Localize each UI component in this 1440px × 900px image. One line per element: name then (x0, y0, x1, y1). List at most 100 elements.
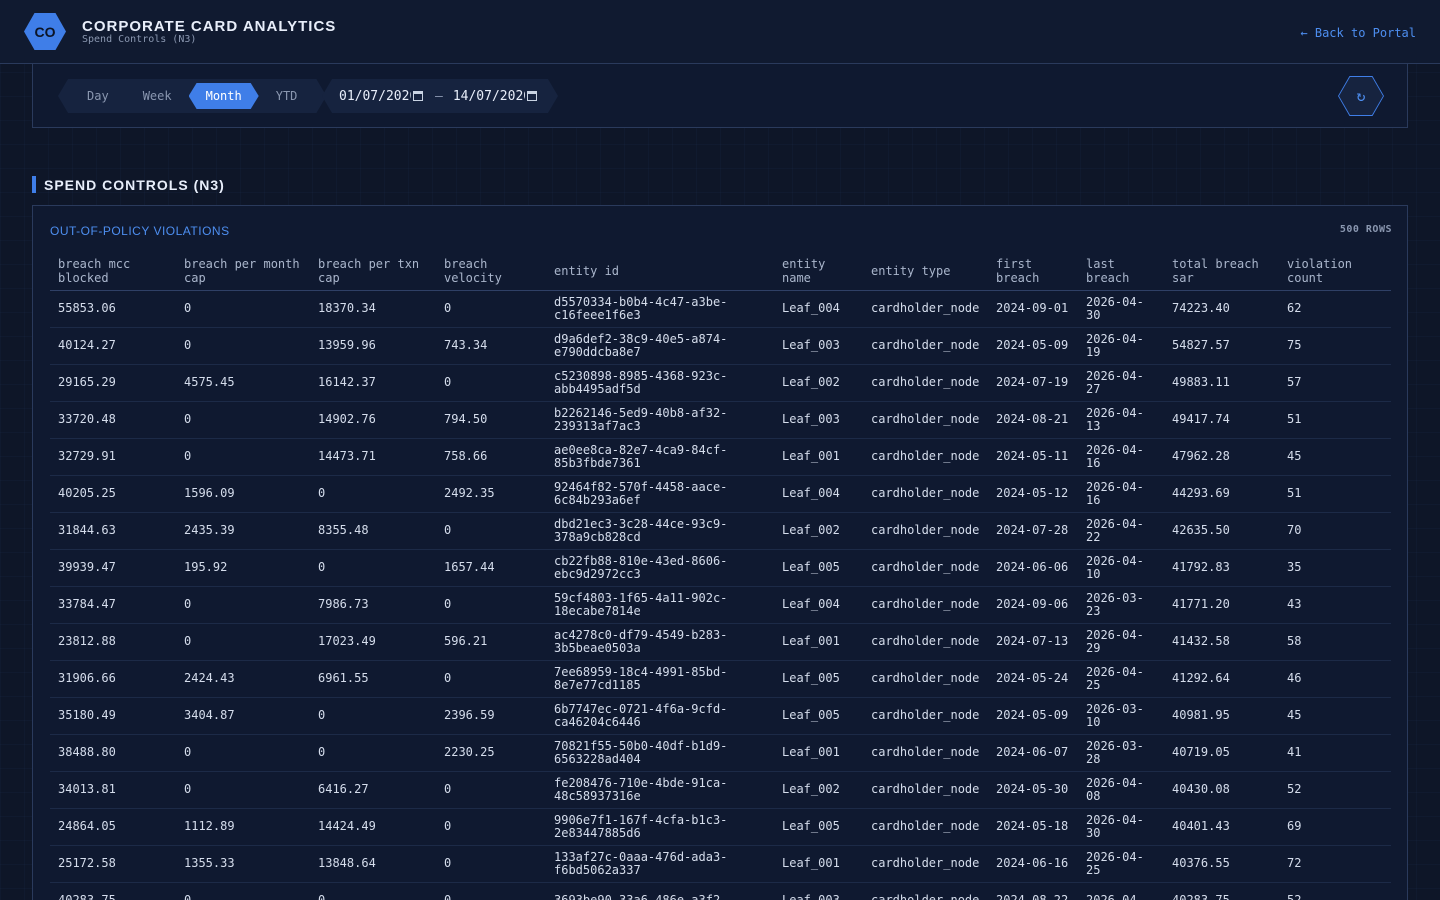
column-header[interactable]: breach per txn cap (310, 252, 436, 291)
table-cell: 55853.06 (50, 290, 176, 328)
table-row[interactable]: 24864.05 1112.89 14424.49 0 9906e7f1-167f-4c… (50, 808, 1391, 846)
column-header[interactable]: first breach (988, 252, 1078, 291)
table-row[interactable]: 55853.06 0 18370.34 0 d5570334-b0b4-4c47-a3b… (50, 290, 1391, 328)
table-cell: 2024-09-06 (988, 586, 1078, 624)
table-cell: 2026-04-10 (1078, 549, 1164, 587)
back-to-portal-link[interactable]: ← Back to Portal (1300, 26, 1416, 40)
table-cell: 24864.05 (50, 808, 176, 846)
table-cell: 41792.83 (1164, 549, 1279, 587)
table-row[interactable]: 40124.27 0 13959.96 743.34 d9a6def2-38c9-40e… (50, 327, 1391, 365)
table-cell: 0 (436, 882, 546, 900)
table-row[interactable]: 33720.48 0 14902.76 794.50 b2262146-5ed9-40b… (50, 401, 1391, 439)
table-cell: 31906.66 (50, 660, 176, 698)
table-cell: 74223.40 (1164, 290, 1279, 328)
violations-table: breach mcc blocked breach per month cap br… (50, 252, 1391, 900)
table-cell: 41 (1279, 734, 1391, 772)
violations-panel: OUT-OF-POLICY VIOLATIONS 500 ROWS breach… (32, 205, 1408, 900)
table-row[interactable]: 34013.81 0 6416.27 0 fe208476-710e-4bde-91ca… (50, 771, 1391, 809)
table-cell: 2024-07-13 (988, 623, 1078, 661)
range-button-day[interactable]: Day (70, 83, 126, 109)
table-cell: 2026-04-16 (1078, 438, 1164, 476)
table-row[interactable]: 40283.75 0 0 0 3693be90-33a6-486e-a3f2- Leaf_… (50, 882, 1391, 900)
table-cell: 2024-05-11 (988, 438, 1078, 476)
column-header[interactable]: entity name (774, 252, 863, 291)
table-cell: 0 (176, 327, 310, 365)
table-row[interactable]: 23812.88 0 17023.49 596.21 ac4278c0-df79-454… (50, 623, 1391, 661)
table-cell: 0 (176, 438, 310, 476)
time-range-selector: Day Week Month YTD (58, 79, 326, 113)
table-cell: Leaf_003 (774, 882, 863, 900)
table-cell: 40283.75 (50, 882, 176, 900)
refresh-icon: ↻ (1356, 87, 1366, 105)
column-header[interactable]: breach per month cap (176, 252, 310, 291)
table-cell: 0 (436, 771, 546, 809)
table-cell: 41432.58 (1164, 623, 1279, 661)
table-cell: 54827.57 (1164, 327, 1279, 365)
table-cell: 45 (1279, 438, 1391, 476)
table-cell: Leaf_005 (774, 660, 863, 698)
table-row[interactable]: 33784.47 0 7986.73 0 59cf4803-1f65-4a11-902c… (50, 586, 1391, 624)
table-cell: 2024-05-09 (988, 697, 1078, 735)
table-row[interactable]: 38488.80 0 0 2230.25 70821f55-50b0-40df-b1d9… (50, 734, 1391, 772)
table-cell: d9a6def2-38c9-40e5-a874-e790ddcba8e7 (546, 327, 774, 365)
table-cell: 1596.09 (176, 475, 310, 513)
column-header[interactable]: entity type (863, 252, 988, 291)
table-cell: 2024-05-09 (988, 327, 1078, 365)
table-cell: ae0ee8ca-82e7-4ca9-84cf-85b3fbde7361 (546, 438, 774, 476)
table-cell: 13959.96 (310, 327, 436, 365)
column-header[interactable]: breach mcc blocked (50, 252, 176, 291)
table-cell: 596.21 (436, 623, 546, 661)
table-cell: Leaf_001 (774, 845, 863, 883)
table-cell: 2026-04-29 (1078, 623, 1164, 661)
date-from-input[interactable]: 01/07/2026 (339, 89, 425, 104)
column-header[interactable]: violation count (1279, 252, 1391, 291)
table-cell: 2024-07-19 (988, 364, 1078, 402)
table-row[interactable]: 35180.49 3404.87 0 2396.59 6b7747ec-0721-4f6… (50, 697, 1391, 735)
range-button-week[interactable]: Week (126, 83, 189, 109)
table-cell: 34013.81 (50, 771, 176, 809)
table-cell: 51 (1279, 475, 1391, 513)
table-row[interactable]: 32729.91 0 14473.71 758.66 ae0ee8ca-82e7-4ca… (50, 438, 1391, 476)
table-cell: 0 (436, 512, 546, 550)
table-cell: Leaf_003 (774, 401, 863, 439)
table-cell: 59cf4803-1f65-4a11-902c-18ecabe7814e (546, 586, 774, 624)
table-cell: 2396.59 (436, 697, 546, 735)
table-cell: 18370.34 (310, 290, 436, 328)
table-cell: cb22fb88-810e-43ed-8606-ebc9d2972cc3 (546, 549, 774, 587)
table-cell: cardholder_node (863, 438, 988, 476)
table-cell: cardholder_node (863, 475, 988, 513)
table-cell: 8355.48 (310, 512, 436, 550)
table-cell: cardholder_node (863, 327, 988, 365)
calendar-icon[interactable] (413, 91, 423, 101)
table-cell: 2026-04-19 (1078, 327, 1164, 365)
table-row[interactable]: 25172.58 1355.33 13848.64 0 133af27c-0aaa-47… (50, 845, 1391, 883)
app-logo: CO (24, 13, 66, 50)
table-cell: 52 (1279, 882, 1391, 900)
range-button-ytd[interactable]: YTD (259, 83, 315, 109)
table-cell: cardholder_node (863, 771, 988, 809)
table-row[interactable]: 40205.25 1596.09 0 2492.35 92464f82-570f-445… (50, 475, 1391, 513)
table-cell: 0 (176, 882, 310, 900)
date-to-input[interactable]: 14/07/2026 (453, 89, 539, 104)
table-row[interactable]: 39939.47 195.92 0 1657.44 cb22fb88-810e-43ed… (50, 549, 1391, 587)
range-button-month[interactable]: Month (189, 83, 259, 109)
table-cell: 0 (436, 364, 546, 402)
column-header[interactable]: entity id (546, 252, 774, 291)
table-cell: 758.66 (436, 438, 546, 476)
table-header-row: breach mcc blocked breach per month cap br… (50, 252, 1391, 291)
calendar-icon[interactable] (527, 91, 537, 101)
table-cell: fe208476-710e-4bde-91ca-48c58937316e (546, 771, 774, 809)
table-cell: cardholder_node (863, 586, 988, 624)
column-header[interactable]: breach velocity (436, 252, 546, 291)
column-header[interactable]: last breach (1078, 252, 1164, 291)
table-row[interactable]: 31844.63 2435.39 8355.48 0 dbd21ec3-3c28-44c… (50, 512, 1391, 550)
table-cell: 2024-08-22 (988, 882, 1078, 900)
table-cell: 2026-03-10 (1078, 697, 1164, 735)
table-cell: 72 (1279, 845, 1391, 883)
table-row[interactable]: 31906.66 2424.43 6961.55 0 7ee68959-18c4-499… (50, 660, 1391, 698)
table-row[interactable]: 29165.29 4575.45 16142.37 0 c5230898-8985-43… (50, 364, 1391, 402)
table-cell: b2262146-5ed9-40b8-af32-239313af7ac3 (546, 401, 774, 439)
column-header[interactable]: total breach sar (1164, 252, 1279, 291)
table-cell: cardholder_node (863, 808, 988, 846)
table-cell: 2026-04- (1078, 882, 1164, 900)
